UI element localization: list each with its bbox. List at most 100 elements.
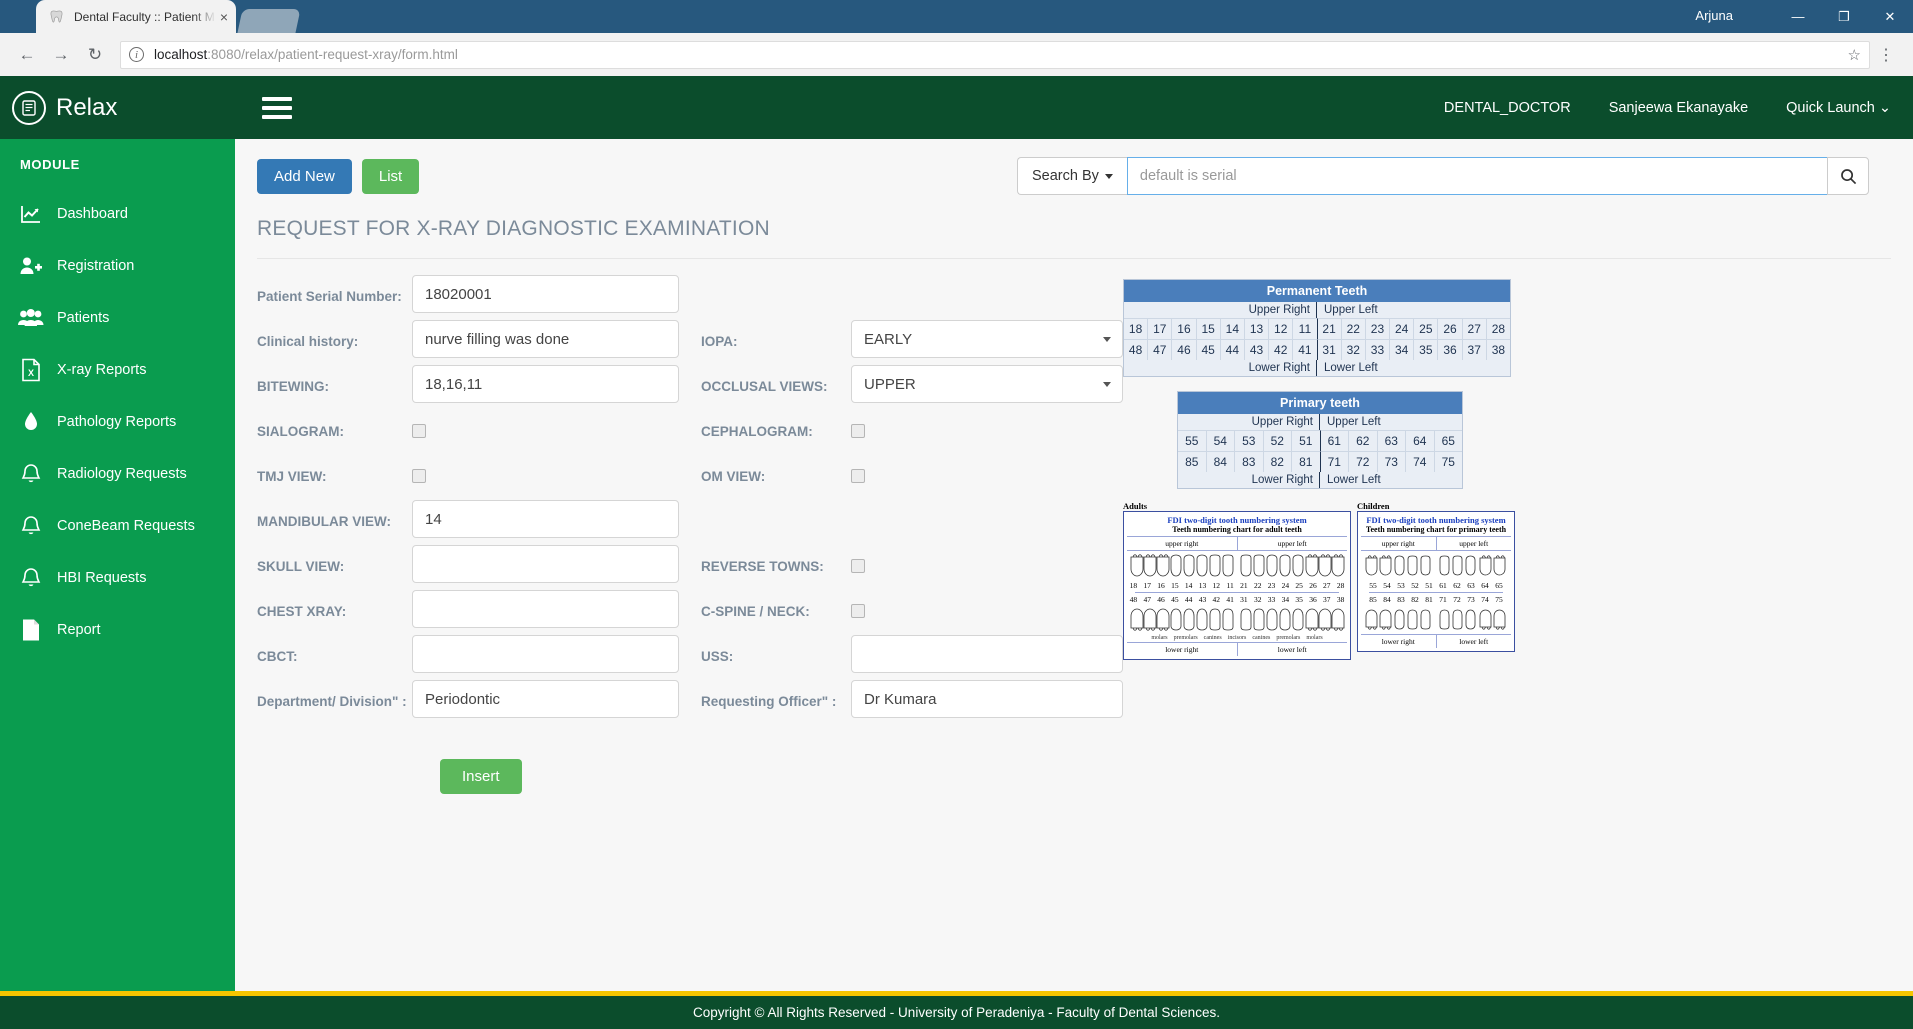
sidebar-item-hbi-requests[interactable]: HBI Requests bbox=[0, 552, 235, 604]
c-spine-neck-checkbox[interactable] bbox=[851, 604, 865, 618]
reload-icon[interactable]: ↻ bbox=[78, 38, 112, 72]
tooth-number: 81 bbox=[1291, 451, 1320, 472]
tooth-number: 81 bbox=[1425, 595, 1433, 604]
bitewing-input[interactable] bbox=[412, 365, 679, 403]
tooth-number: 33 bbox=[1364, 339, 1390, 360]
tooth-number: 25 bbox=[1413, 318, 1438, 339]
sidebar-item-radiology-requests[interactable]: Radiology Requests bbox=[0, 448, 235, 500]
cbct-input[interactable] bbox=[412, 635, 679, 673]
fdi-children-upper-labels: upper right upper left bbox=[1361, 537, 1511, 551]
tooth-number: 84 bbox=[1205, 451, 1234, 472]
mandibular-view-input[interactable] bbox=[412, 500, 679, 538]
minimize-icon[interactable]: — bbox=[1775, 0, 1821, 33]
patient-serial-input[interactable] bbox=[412, 275, 679, 313]
form-field-om-view: OM VIEW: bbox=[701, 455, 1145, 500]
fdi-adults-upper-numbers: 18 17 16 15 14 13 12 11 21 22 23 24 25 2… bbox=[1127, 581, 1347, 590]
browser-tab[interactable]: Dental Faculty :: Patient M × bbox=[36, 0, 236, 33]
tooth-number: 85 bbox=[1369, 595, 1377, 604]
department-division-input[interactable] bbox=[412, 680, 679, 718]
field-label: Clinical history: bbox=[257, 334, 359, 349]
iopa-select[interactable]: EARLY bbox=[851, 320, 1123, 358]
tooth-number: 16 bbox=[1157, 581, 1165, 590]
upper-left-label: Upper Left bbox=[1316, 302, 1510, 318]
clinical-history-input[interactable] bbox=[412, 320, 679, 358]
sidebar-item-conebeam-requests[interactable]: ConeBeam Requests bbox=[0, 500, 235, 552]
sidebar-item-report[interactable]: Report bbox=[0, 604, 235, 656]
sidebar-toggle-icon[interactable] bbox=[262, 96, 292, 119]
fdi-adults-group-labels: molars premolars canines incisors canine… bbox=[1127, 634, 1347, 642]
fdi-children-wrap: Children FDI two-digit tooth numbering s… bbox=[1357, 501, 1515, 660]
om-view-checkbox[interactable] bbox=[851, 469, 865, 483]
fdi-adults-diagram: FDI two-digit tooth numbering system Tee… bbox=[1123, 511, 1351, 660]
group-label: premolars bbox=[1173, 635, 1198, 641]
uss-input[interactable] bbox=[851, 635, 1123, 673]
tmj-view-checkbox[interactable] bbox=[412, 469, 426, 483]
requesting-officer-input[interactable] bbox=[851, 680, 1123, 718]
sidebar-item-dashboard[interactable]: Dashboard bbox=[0, 188, 235, 240]
search-by-dropdown[interactable]: Search By bbox=[1017, 157, 1127, 195]
sidebar-item-xray-reports[interactable]: X X-ray Reports bbox=[0, 344, 235, 396]
topnav-role[interactable]: DENTAL_DOCTOR bbox=[1444, 100, 1571, 116]
chest-xray-input[interactable] bbox=[412, 590, 679, 628]
tooth-number: 73 bbox=[1376, 451, 1405, 472]
sidebar-item-patients[interactable]: Patients bbox=[0, 292, 235, 344]
window-user-label[interactable]: Arjuna bbox=[1695, 8, 1733, 23]
form-field-cephalogram: CEPHALOGRAM: bbox=[701, 410, 1145, 455]
tooth-number: 32 bbox=[1340, 339, 1365, 360]
add-new-button[interactable]: Add New bbox=[257, 158, 352, 194]
upper-right-label: upper right bbox=[1127, 537, 1238, 550]
tooth-number: 33 bbox=[1267, 595, 1276, 604]
search-input[interactable] bbox=[1126, 157, 1827, 195]
tooth-number: 15 bbox=[1171, 581, 1179, 590]
brand[interactable]: Relax bbox=[0, 76, 235, 139]
address-bar[interactable]: i localhost:8080/relax/patient-request-x… bbox=[120, 40, 1870, 69]
tooth-number: 21 bbox=[1316, 318, 1341, 339]
permanent-teeth-chart: Permanent Teeth Upper Right Upper Left 1… bbox=[1123, 279, 1511, 377]
search-bar: Search By bbox=[1017, 157, 1869, 195]
lower-right-label: Lower Right bbox=[1251, 474, 1313, 486]
form-field-iopa: IOPA: EARLY bbox=[701, 320, 1145, 365]
search-button[interactable] bbox=[1827, 157, 1869, 195]
tooth-number: 51 bbox=[1291, 430, 1320, 451]
tooth-number: 74 bbox=[1481, 595, 1489, 604]
sidebar-item-pathology-reports[interactable]: Pathology Reports bbox=[0, 396, 235, 448]
occlusal-views-selected-value: UPPER bbox=[864, 375, 916, 393]
tab-close-icon[interactable]: × bbox=[220, 9, 228, 25]
chrome-menu-icon[interactable]: ⋮ bbox=[1870, 45, 1903, 65]
fdi-adults-lower-labels: lower right lower left bbox=[1127, 642, 1347, 656]
bookmark-star-icon[interactable]: ☆ bbox=[1848, 46, 1861, 64]
topnav-username[interactable]: Sanjeewa Ekanayake bbox=[1609, 100, 1748, 116]
chevron-down-icon bbox=[1103, 381, 1111, 387]
app-body: MODULE Dashboard Registration Patients X… bbox=[0, 139, 1913, 1029]
insert-button[interactable]: Insert bbox=[440, 759, 522, 794]
sidebar-item-registration[interactable]: Registration bbox=[0, 240, 235, 292]
tooth-number: 47 bbox=[1143, 595, 1151, 604]
tooth-number: 82 bbox=[1411, 595, 1419, 604]
skull-view-input[interactable] bbox=[412, 545, 679, 583]
fdi-adults-title2: Teeth numbering chart for adult teeth bbox=[1127, 525, 1347, 537]
back-icon[interactable]: ← bbox=[10, 38, 44, 72]
search-icon bbox=[1840, 168, 1856, 184]
sialogram-checkbox[interactable] bbox=[412, 424, 426, 438]
form-field-c-spine-neck: C-SPINE / NECK: bbox=[701, 590, 1145, 635]
tooth-number: 31 bbox=[1316, 339, 1341, 360]
occlusal-views-select[interactable]: UPPER bbox=[851, 365, 1123, 403]
list-button[interactable]: List bbox=[361, 158, 420, 194]
topnav-quick-launch[interactable]: Quick Launch ⌄ bbox=[1786, 100, 1891, 116]
form-area: Patient Serial Number: Clinical history:… bbox=[235, 259, 1913, 794]
form-row: SIALOGRAM: CEPHALOGRAM: bbox=[257, 410, 1123, 455]
field-label: TMJ VIEW: bbox=[257, 469, 327, 484]
permanent-lower-row: 48 47 46 45 44 43 42 41 31 32 33 34 35 3… bbox=[1124, 339, 1510, 360]
group-label: premolars bbox=[1276, 635, 1301, 641]
tooth-number: 43 bbox=[1243, 339, 1269, 360]
close-window-icon[interactable]: ✕ bbox=[1867, 0, 1913, 33]
maximize-icon[interactable]: ❐ bbox=[1821, 0, 1867, 33]
tooth-number: 82 bbox=[1262, 451, 1291, 472]
new-tab-button[interactable] bbox=[237, 9, 301, 33]
cephalogram-checkbox[interactable] bbox=[851, 424, 865, 438]
browser-titlebar: Dental Faculty :: Patient M × Arjuna — ❐… bbox=[0, 0, 1913, 33]
forward-icon[interactable]: → bbox=[44, 38, 78, 72]
reverse-towns-checkbox[interactable] bbox=[851, 559, 865, 573]
site-info-icon[interactable]: i bbox=[129, 47, 144, 62]
tooth-number: 38 bbox=[1336, 595, 1345, 604]
